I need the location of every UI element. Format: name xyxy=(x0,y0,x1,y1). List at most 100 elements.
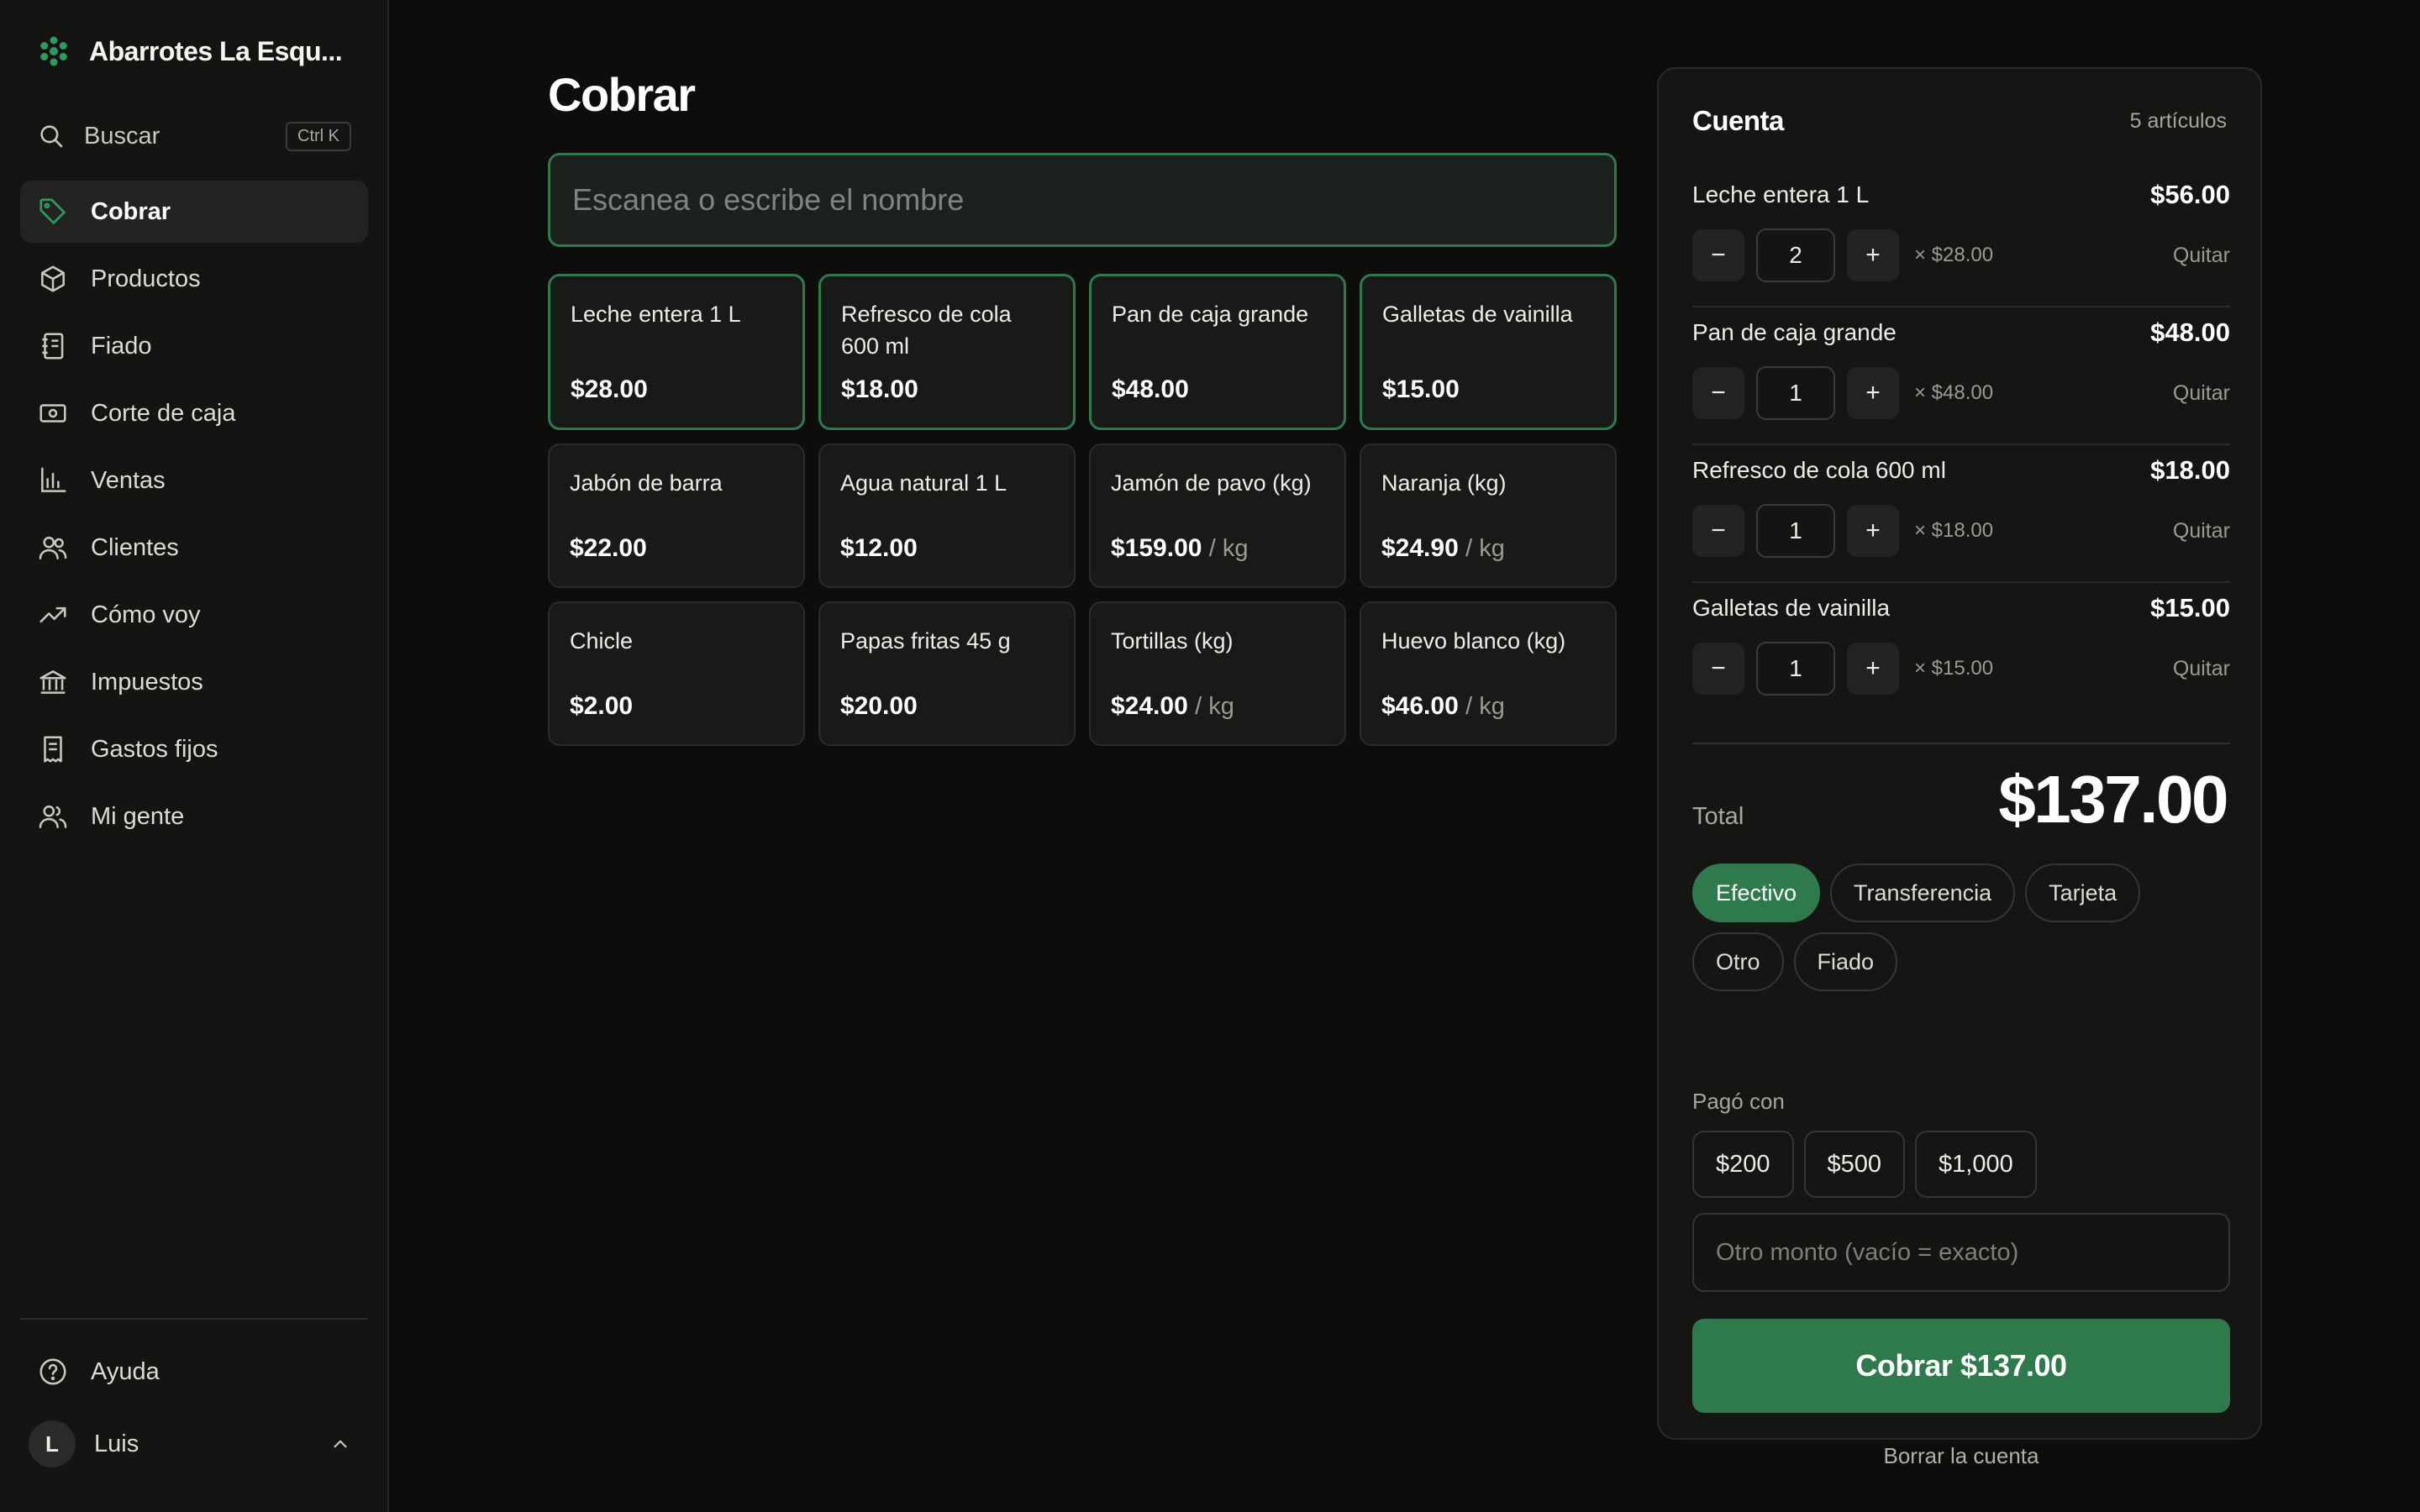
increase-button[interactable]: + xyxy=(1847,643,1899,695)
sidebar-nav: Cobrar Productos Fiado Corte de caja Ven… xyxy=(20,181,368,853)
charge-button[interactable]: Cobrar $137.00 xyxy=(1692,1319,2230,1413)
cart-line: Leche entera 1 L $56.00 − 2 + × $28.00 Q… xyxy=(1692,170,2230,307)
payment-method-transferencia[interactable]: Transferencia xyxy=(1830,864,2016,922)
sidebar-item-label: Cobrar xyxy=(91,197,171,225)
decrease-button[interactable]: − xyxy=(1692,505,1744,557)
product-card[interactable]: Chicle $2.00 xyxy=(548,601,805,746)
product-unit: / kg xyxy=(1465,693,1505,720)
sidebar-item-como-voy[interactable]: Cómo voy xyxy=(20,584,368,646)
remove-button[interactable]: Quitar xyxy=(2173,519,2230,543)
sidebar-item-impuestos[interactable]: Impuestos xyxy=(20,651,368,713)
product-grid: Leche entera 1 L $28.00 Refresco de cola… xyxy=(548,274,1617,746)
tag-icon xyxy=(37,196,69,228)
sidebar-item-clientes[interactable]: Clientes xyxy=(20,517,368,579)
product-card[interactable]: Jabón de barra $22.00 xyxy=(548,444,805,588)
quantity-field[interactable]: 1 xyxy=(1756,642,1835,696)
decrease-button[interactable]: − xyxy=(1692,643,1744,695)
quantity-stepper: − 1 + × $18.00 xyxy=(1692,504,1993,558)
total-amount: $137.00 xyxy=(1998,762,2228,837)
notebook-icon xyxy=(37,330,69,362)
help-label: Ayuda xyxy=(91,1357,160,1385)
sidebar-item-corte-de-caja[interactable]: Corte de caja xyxy=(20,382,368,444)
product-card[interactable]: Leche entera 1 L $28.00 xyxy=(548,274,805,430)
increase-button[interactable]: + xyxy=(1847,229,1899,281)
page-title: Cobrar xyxy=(548,68,696,121)
product-price: $15.00 xyxy=(1382,375,1460,403)
product-card[interactable]: Huevo blanco (kg) $46.00 / kg xyxy=(1360,601,1617,746)
product-card[interactable]: Pan de caja grande $48.00 xyxy=(1089,274,1346,430)
cart-line-unit-price: × $28.00 xyxy=(1914,244,1994,266)
box-icon xyxy=(37,263,69,295)
user-menu[interactable]: L Luis xyxy=(29,1420,351,1468)
product-price: $24.90 xyxy=(1381,534,1459,562)
search-button[interactable]: Buscar Ctrl K xyxy=(37,118,351,155)
sidebar-item-fiado[interactable]: Fiado xyxy=(20,315,368,377)
bank-icon xyxy=(37,666,69,698)
help-icon xyxy=(37,1356,69,1388)
product-card[interactable]: Tortillas (kg) $24.00 / kg xyxy=(1089,601,1346,746)
quantity-field[interactable]: 1 xyxy=(1756,504,1835,558)
remove-button[interactable]: Quitar xyxy=(2173,657,2230,681)
quantity-field[interactable]: 2 xyxy=(1756,228,1835,282)
cash-icon xyxy=(37,397,69,429)
sidebar-item-label: Corte de caja xyxy=(91,399,236,427)
quantity-field[interactable]: 1 xyxy=(1756,366,1835,420)
sidebar-item-label: Ventas xyxy=(91,466,166,494)
scan-input[interactable] xyxy=(548,153,1617,247)
payment-method-otro[interactable]: Otro xyxy=(1692,932,1784,991)
sidebar-divider xyxy=(20,1318,368,1320)
remove-button[interactable]: Quitar xyxy=(2173,381,2230,406)
payment-method-efectivo[interactable]: Efectivo xyxy=(1692,864,1821,922)
brand[interactable]: Abarrotes La Esqu... xyxy=(37,32,343,71)
product-name: Leche entera 1 L xyxy=(571,302,741,327)
search-icon xyxy=(37,122,66,150)
search-label: Buscar xyxy=(84,122,160,150)
search-shortcut: Ctrl K xyxy=(286,121,351,151)
clear-cart-button[interactable]: Borrar la cuenta xyxy=(1659,1443,2264,1469)
quick-amount-button[interactable]: $1,000 xyxy=(1915,1131,2037,1198)
sidebar-item-ventas[interactable]: Ventas xyxy=(20,449,368,512)
increase-button[interactable]: + xyxy=(1847,367,1899,419)
quick-amounts: $200 $500 $1,000 xyxy=(1692,1131,2037,1198)
decrease-button[interactable]: − xyxy=(1692,367,1744,419)
product-card[interactable]: Agua natural 1 L $12.00 xyxy=(818,444,1076,588)
product-unit: / kg xyxy=(1465,535,1505,562)
quick-amount-button[interactable]: $500 xyxy=(1803,1131,1906,1198)
cart-line-total: $56.00 xyxy=(2150,180,2230,209)
sidebar-item-mi-gente[interactable]: Mi gente xyxy=(20,785,368,848)
remove-button[interactable]: Quitar xyxy=(2173,244,2230,268)
product-name: Jabón de barra xyxy=(570,470,723,496)
product-unit: / kg xyxy=(1195,693,1234,720)
cart-line-name: Leche entera 1 L xyxy=(1692,181,1870,207)
payment-method-tarjeta[interactable]: Tarjeta xyxy=(2025,864,2141,922)
paid-with-label: Pagó con xyxy=(1692,1089,1785,1114)
cart-line-unit-price: × $15.00 xyxy=(1914,657,1994,680)
cart-line-unit-price: × $48.00 xyxy=(1914,381,1994,404)
payment-method-fiado[interactable]: Fiado xyxy=(1793,932,1898,991)
product-card[interactable]: Papas fritas 45 g $20.00 xyxy=(818,601,1076,746)
product-name: Chicle xyxy=(570,628,634,654)
brand-name: Abarrotes La Esqu... xyxy=(89,35,343,66)
product-card[interactable]: Galletas de vainilla $15.00 xyxy=(1360,274,1617,430)
team-icon xyxy=(37,801,69,832)
product-card[interactable]: Jamón de pavo (kg) $159.00 / kg xyxy=(1089,444,1346,588)
quick-amount-button[interactable]: $200 xyxy=(1692,1131,1794,1198)
product-card[interactable]: Refresco de cola 600 ml $18.00 xyxy=(818,274,1076,430)
cart-line: Galletas de vainilla $15.00 − 1 + × $15.… xyxy=(1692,583,2230,721)
sidebar-item-label: Gastos fijos xyxy=(91,735,218,763)
logo-icon xyxy=(37,34,71,68)
sidebar-item-gastos-fijos[interactable]: Gastos fijos xyxy=(20,718,368,780)
cart-title: Cuenta xyxy=(1692,105,1784,136)
sidebar-item-cobrar[interactable]: Cobrar xyxy=(20,181,368,243)
cart-lines: Leche entera 1 L $56.00 − 2 + × $28.00 Q… xyxy=(1692,170,2230,721)
other-amount-input[interactable] xyxy=(1692,1213,2230,1292)
product-card[interactable]: Naranja (kg) $24.90 / kg xyxy=(1360,444,1617,588)
increase-button[interactable]: + xyxy=(1847,505,1899,557)
quantity-stepper: − 2 + × $28.00 xyxy=(1692,228,1993,282)
decrease-button[interactable]: − xyxy=(1692,229,1744,281)
total-divider xyxy=(1692,743,2230,744)
cart-line-total: $15.00 xyxy=(2150,593,2230,622)
sidebar-item-productos[interactable]: Productos xyxy=(20,248,368,310)
help-button[interactable]: Ayuda xyxy=(37,1352,160,1391)
product-price: $48.00 xyxy=(1112,375,1189,403)
